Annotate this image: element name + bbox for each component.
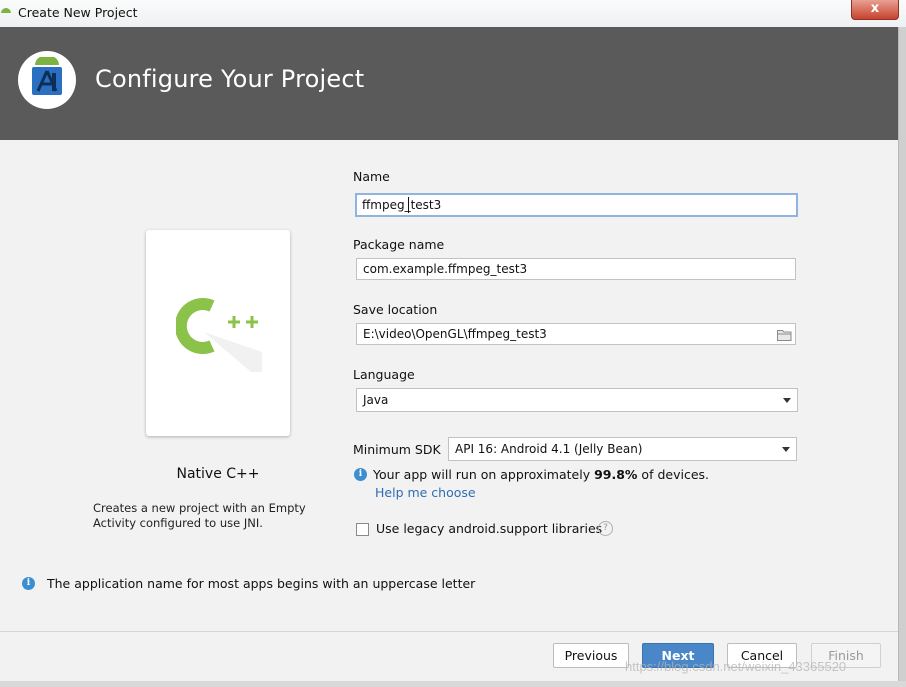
save-location-label: Save location [353,302,438,317]
window-edge [898,27,906,687]
save-location-input[interactable]: E:\video\OpenGL\ffmpeg_test3 [356,323,796,345]
window-title-bar: Create New Project x [0,0,906,28]
name-label: Name [353,169,390,184]
window-title: Create New Project [18,5,138,20]
legacy-support-checkbox[interactable] [356,523,369,536]
sdk-note-suffix: of devices. [637,467,709,482]
window-close-button[interactable]: x [851,0,899,20]
package-name-label: Package name [353,237,445,252]
header-banner: Configure Your Project [0,27,898,140]
folder-icon[interactable] [777,329,792,341]
sdk-coverage-note: Your app will run on approximately 99.8%… [373,467,709,482]
footer-divider [0,631,898,632]
window-bottom-edge [0,681,906,687]
chevron-down-icon [782,447,790,452]
language-select[interactable]: Java [356,388,798,412]
template-name: Native C++ [176,466,260,482]
cpp-icon [176,298,262,372]
validation-message: The application name for most apps begin… [47,576,476,591]
template-description: Creates a new project with an Empty Acti… [93,501,306,530]
chevron-down-icon [783,398,791,403]
watermark-text: https://blog.csdn.net/weixin_43365520 [625,659,847,674]
language-label: Language [353,367,415,382]
text-cursor [408,197,409,213]
language-value: Java [363,393,389,407]
minimum-sdk-select[interactable]: API 16: Android 4.1 (Jelly Bean) [448,437,797,461]
help-me-choose-link[interactable]: Help me choose [375,485,476,500]
info-icon: i [22,577,35,590]
minimum-sdk-value: API 16: Android 4.1 (Jelly Bean) [455,442,643,456]
package-name-input[interactable]: com.example.ffmpeg_test3 [356,258,796,280]
help-question-icon[interactable]: ? [598,521,613,536]
minimum-sdk-label: Minimum SDK [353,442,441,457]
android-app-icon [1,8,11,13]
previous-button[interactable]: Previous [553,643,629,668]
info-icon: i [354,468,367,481]
template-card [146,230,290,436]
android-studio-icon [18,51,76,109]
page-title: Configure Your Project [95,65,365,93]
name-input[interactable]: ffmpeg_test3 [355,193,798,217]
legacy-support-label[interactable]: Use legacy android.support libraries [376,521,602,536]
sdk-coverage-percent: 99.8% [594,467,638,482]
sdk-note-prefix: Your app will run on approximately [373,467,595,482]
